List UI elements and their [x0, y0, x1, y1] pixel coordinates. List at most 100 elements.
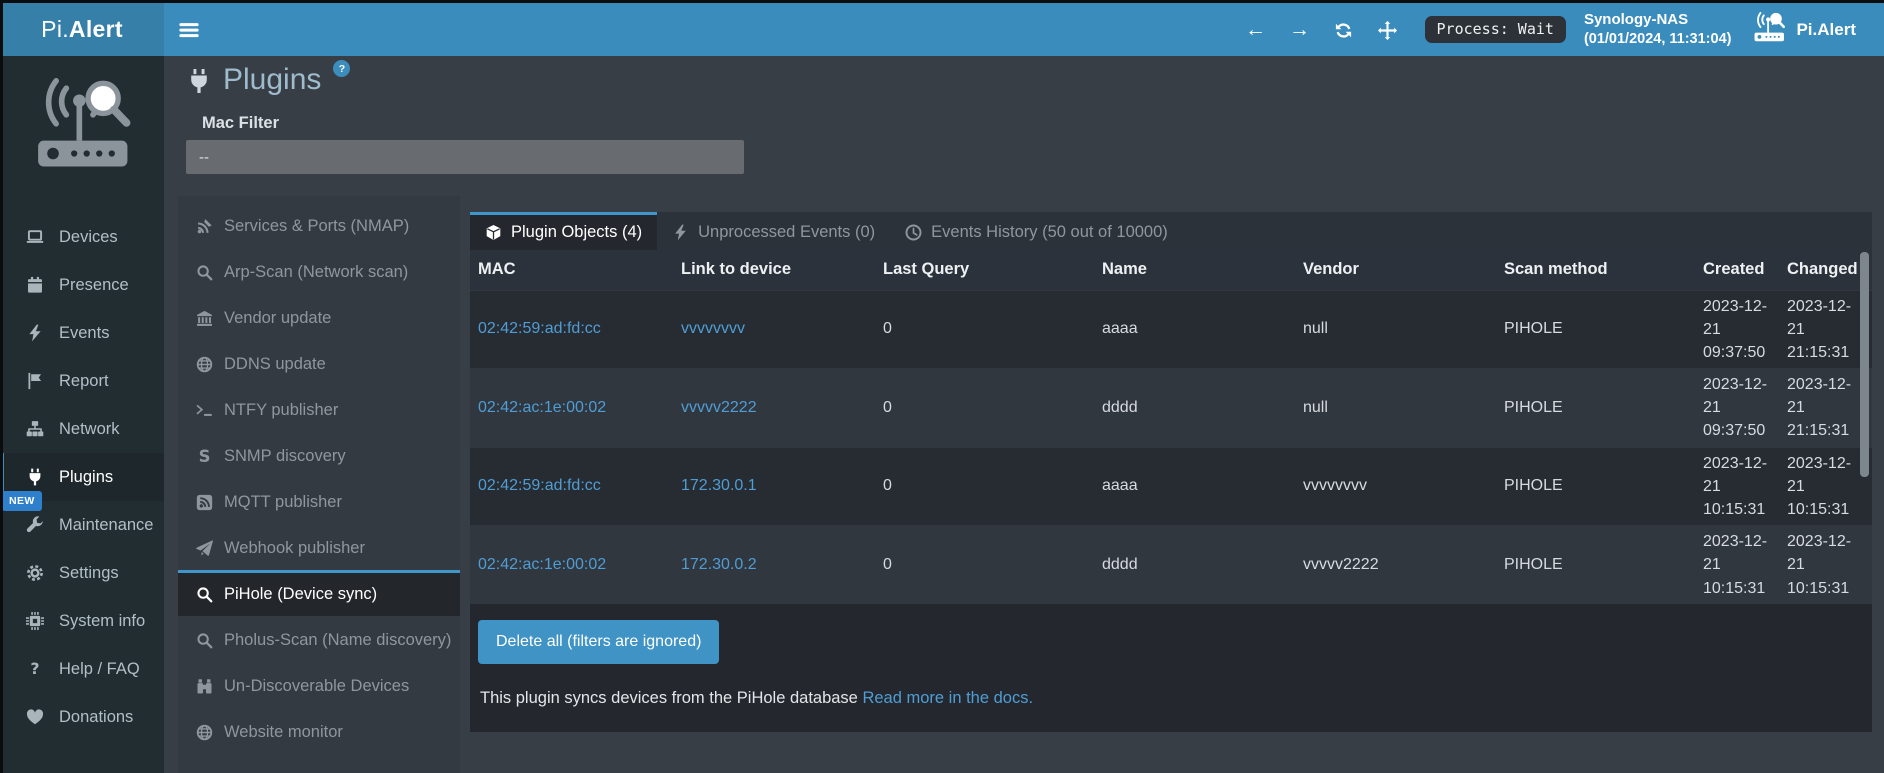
binoculars-icon	[194, 678, 215, 695]
sidebar-item-label: Network	[59, 420, 120, 439]
changed-cell: 2023-12-2121:15:31	[1779, 369, 1872, 448]
vendor-cell: null	[1295, 369, 1496, 448]
sidebar-item-system-info[interactable]: System info	[0, 597, 164, 645]
plugin-item-label: SNMP discovery	[224, 447, 346, 466]
plugin-item-webhook-publisher[interactable]: Webhook publisher	[178, 524, 460, 570]
delete-all-button[interactable]: Delete all (filters are ignored)	[478, 620, 719, 664]
sidebar-item-network[interactable]: Network	[0, 405, 164, 453]
tab-unprocessed-events-0[interactable]: Unprocessed Events (0)	[657, 212, 890, 250]
changed-cell-line: 2023-12-21	[1787, 373, 1868, 419]
navbar-main: ← → Process: Wait Synology-NAS (01/01/20…	[164, 3, 1884, 56]
plugin-detail-panel: Plugin Objects (4) Unprocessed Events (0)…	[470, 212, 1872, 732]
device-link: 172.30.0.2	[673, 526, 875, 604]
app-brand-link[interactable]: Pi.Alert	[1751, 12, 1856, 48]
created-cell-line: 2023-12-21	[1703, 373, 1775, 419]
back-icon[interactable]: ←	[1245, 19, 1267, 41]
tab-label: Unprocessed Events (0)	[698, 223, 875, 242]
sidebar-item-events[interactable]: Events	[0, 309, 164, 357]
created-cell-line: 09:37:50	[1703, 341, 1775, 364]
tab-events-history-50-out-of-10000[interactable]: Events History (50 out of 10000)	[890, 212, 1183, 250]
plugin-item-label: MQTT publisher	[224, 493, 342, 512]
device-link[interactable]: vvvvvvvv	[681, 320, 745, 337]
globe-icon	[194, 356, 215, 373]
brand-logo[interactable]: Pi.Alert	[0, 3, 164, 56]
mac-filter-input[interactable]	[186, 140, 744, 174]
plugin-item-un-discoverable-devices[interactable]: Un-Discoverable Devices	[178, 662, 460, 708]
name-cell: dddd	[1094, 526, 1295, 604]
satellite-dish-icon	[194, 218, 215, 235]
scan-method-cell: PIHOLE	[1496, 526, 1695, 604]
sidebar-item-label: System info	[59, 612, 145, 631]
gear-icon	[23, 564, 47, 582]
mac-link: 02:42:ac:1e:00:02	[470, 369, 673, 448]
plugin-description: This plugin syncs devices from the PiHol…	[480, 689, 1872, 708]
vendor-cell: vvvvv2222	[1295, 526, 1496, 604]
sidebar-item-presence[interactable]: Presence	[0, 261, 164, 309]
mac-link[interactable]: 02:42:ac:1e:00:02	[478, 399, 606, 416]
main-content: Plugins ? Mac Filter Services & Ports (N…	[164, 56, 1884, 773]
column-header-name: Name	[1094, 250, 1295, 290]
plugin-item-pholus-scan-name-discovery[interactable]: Pholus-Scan (Name discovery)	[178, 616, 460, 662]
changed-cell-line: 2023-12-21	[1787, 452, 1868, 498]
created-cell: 2023-12-2110:15:31	[1695, 526, 1779, 604]
sidebar: Devices PresenceEvents Report Network Plugin…	[0, 56, 164, 773]
table-row: 02:42:ac:1e:00:02vvvvv22220ddddnullPIHOL…	[470, 369, 1872, 448]
window-edge-left	[0, 0, 3, 773]
plugin-item-snmp-discovery[interactable]: S SNMP discovery	[178, 432, 460, 478]
last-query-cell: 0	[875, 369, 1094, 448]
created-cell-line: 2023-12-21	[1703, 530, 1775, 576]
plug-icon	[23, 468, 47, 486]
changed-cell-line: 2023-12-21	[1787, 295, 1868, 341]
sidebar-item-report[interactable]: Report	[0, 357, 164, 405]
last-query-cell: 0	[875, 290, 1094, 369]
sidebar-item-help-faq[interactable]: ?Help / FAQ	[0, 645, 164, 693]
plugin-item-website-monitor[interactable]: Website monitor	[178, 708, 460, 754]
plug-icon	[186, 68, 212, 99]
plugin-item-label: DDNS update	[224, 355, 326, 374]
sidebar-item-maintenance[interactable]: MaintenanceNEW	[0, 501, 164, 549]
sidebar-item-label: Devices	[59, 228, 118, 247]
docs-link[interactable]: Read more in the docs.	[862, 689, 1033, 707]
plugin-item-services-ports-nmap[interactable]: Services & Ports (NMAP)	[178, 202, 460, 248]
refresh-icon[interactable]	[1333, 19, 1355, 41]
heart-icon	[23, 708, 47, 726]
mac-link[interactable]: 02:42:ac:1e:00:02	[478, 556, 606, 573]
mac-link: 02:42:59:ad:fd:cc	[470, 290, 673, 369]
pialert-logo-icon	[1751, 12, 1787, 48]
forward-icon[interactable]: →	[1289, 19, 1311, 41]
plugin-item-mqtt-publisher[interactable]: MQTT publisher	[178, 478, 460, 524]
tab-plugin-objects-4[interactable]: Plugin Objects (4)	[470, 212, 657, 250]
plugin-item-ntfy-publisher[interactable]: NTFY publisher	[178, 386, 460, 432]
device-link: vvvvv2222	[673, 369, 875, 448]
top-navbar: Pi.Alert ← → Process: Wait Synology-NAS …	[0, 3, 1884, 56]
plugin-item-label: Services & Ports (NMAP)	[224, 217, 409, 236]
menu-toggle-icon[interactable]	[178, 19, 200, 41]
sidebar-menu: Devices PresenceEvents Report Network Plugin…	[0, 213, 164, 741]
changed-cell-line: 10:15:31	[1787, 577, 1868, 600]
plugin-item-ddns-update[interactable]: DDNS update	[178, 340, 460, 386]
plugin-item-pihole-device-sync[interactable]: PiHole (Device sync)	[178, 570, 460, 616]
move-icon[interactable]	[1377, 19, 1399, 41]
sidebar-item-donations[interactable]: Donations	[0, 693, 164, 741]
mac-link[interactable]: 02:42:59:ad:fd:cc	[478, 477, 601, 494]
scrollbar-thumb[interactable]	[1860, 252, 1869, 477]
device-link[interactable]: 172.30.0.2	[681, 556, 757, 573]
terminal-icon	[194, 402, 215, 419]
device-link[interactable]: vvvvv2222	[681, 399, 757, 416]
sidebar-item-label: Donations	[59, 708, 133, 727]
plugin-item-arp-scan-network-scan[interactable]: Arp-Scan (Network scan)	[178, 248, 460, 294]
svg-text:S: S	[199, 448, 211, 465]
help-badge[interactable]: ?	[333, 60, 350, 77]
changed-cell-line: 2023-12-21	[1787, 530, 1868, 576]
wrench-icon	[23, 516, 47, 534]
device-link[interactable]: 172.30.0.1	[681, 477, 757, 494]
mac-link[interactable]: 02:42:59:ad:fd:cc	[478, 320, 601, 337]
plugin-item-label: Pholus-Scan (Name discovery)	[224, 631, 451, 650]
sidebar-item-label: Plugins	[59, 468, 113, 487]
app-name: Pi.Alert	[1796, 20, 1856, 40]
sidebar-item-label: Report	[59, 372, 109, 391]
sidebar-item-devices[interactable]: Devices	[0, 213, 164, 261]
sidebar-item-settings[interactable]: Settings	[0, 549, 164, 597]
table-row: 02:42:59:ad:fd:ccvvvvvvvv0aaaanullPIHOLE…	[470, 290, 1872, 369]
plugin-item-vendor-update[interactable]: Vendor update	[178, 294, 460, 340]
